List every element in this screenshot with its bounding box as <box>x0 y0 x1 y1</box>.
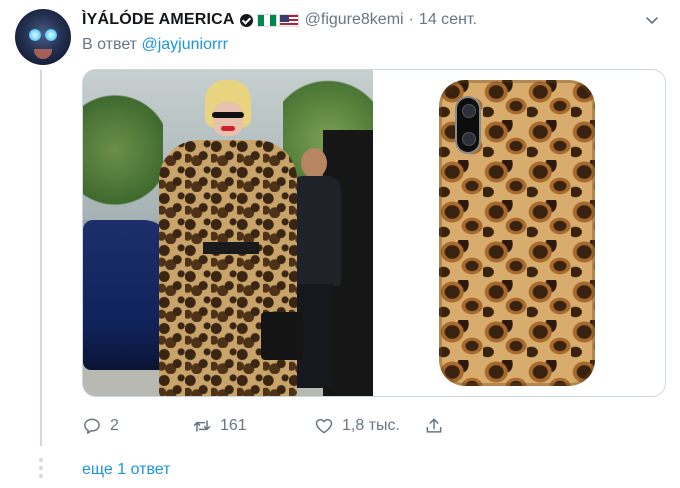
heart-icon <box>315 418 333 434</box>
separator-dot: · <box>408 11 414 28</box>
avatar-eye-glow <box>45 29 57 41</box>
retweet-count: 161 <box>220 417 247 434</box>
badge-icon <box>239 13 253 27</box>
reply-button[interactable]: 2 <box>82 416 192 436</box>
photo-woman <box>153 80 303 396</box>
belt <box>203 242 259 254</box>
camera-icon <box>455 96 481 154</box>
photo-tree <box>83 90 163 210</box>
like-count: 1,8 тыс. <box>342 417 400 434</box>
author-avatar[interactable] <box>15 9 71 65</box>
reply-to-link[interactable]: @jayjuniorrr <box>141 36 227 53</box>
phone-case <box>439 80 595 386</box>
street-photo[interactable] <box>83 70 373 396</box>
reply-icon <box>84 418 100 434</box>
show-more-replies-link[interactable]: еще 1 ответ <box>82 461 170 479</box>
leopard-phone-case-photo[interactable] <box>373 70 665 396</box>
avatar-eye-glow <box>29 29 41 41</box>
author-handle[interactable]: @figure8kemi <box>305 11 404 29</box>
nigeria-flag-icon <box>256 13 277 27</box>
reply-prefix: В ответ <box>82 36 138 53</box>
tweet-actions: 2 161 1,8 тыс. <box>82 414 444 438</box>
thread-dots <box>39 458 43 482</box>
tweet-timestamp[interactable]: 14 сент. <box>419 11 477 29</box>
chevron-down-icon[interactable] <box>644 12 660 28</box>
usa-flag-icon <box>278 13 299 27</box>
retweet-button[interactable]: 161 <box>192 416 314 436</box>
tweet-media <box>82 69 666 397</box>
like-button[interactable]: 1,8 тыс. <box>314 416 424 436</box>
reply-context: В ответ @jayjuniorrr <box>82 36 228 54</box>
avatar-mouth <box>34 49 52 59</box>
share-button[interactable] <box>424 416 444 436</box>
retweet-icon <box>193 420 211 432</box>
tweet-header: ÌYÁLÓDE AMERICA @figure8kemi · 14 сент. <box>82 10 660 30</box>
author-name[interactable]: ÌYÁLÓDE AMERICA <box>82 11 235 29</box>
share-icon <box>426 418 442 433</box>
thread-line <box>40 70 42 446</box>
reply-count: 2 <box>110 417 119 434</box>
handbag <box>261 312 303 360</box>
